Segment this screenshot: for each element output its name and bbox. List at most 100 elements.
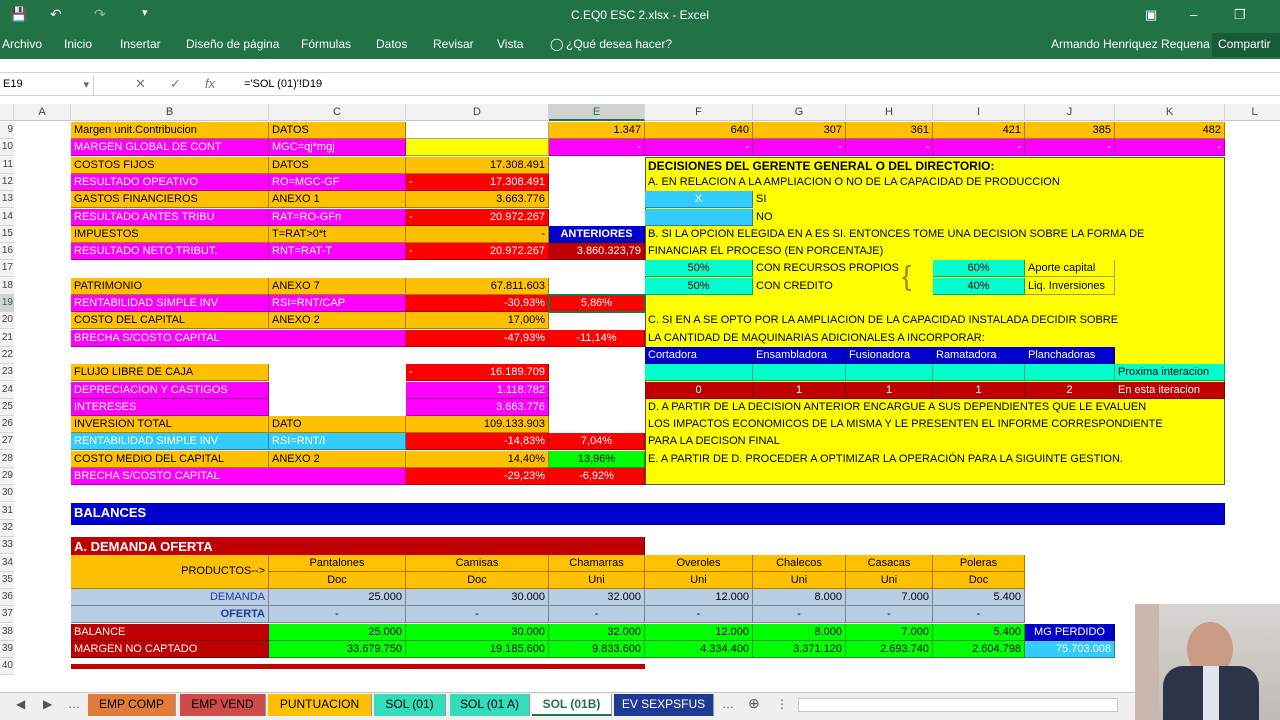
decision-c-text-2[interactable]: LA CANTIDAD DE MAQUINARIAS ADICIONALES A… [645,330,1225,347]
product-name-2[interactable]: Chamarras [549,554,645,572]
product-name-3[interactable]: Overoles [645,554,753,572]
function-icon[interactable]: fx [205,76,215,91]
decision-d-text-3[interactable]: PARA LA DECISON FINAL [645,433,1225,450]
select-all-corner[interactable] [0,104,14,121]
tab-insertar[interactable]: Insertar [120,37,161,51]
cell-c12[interactable]: RO=MGC-GF [269,173,406,191]
row-header-23[interactable]: 23 [0,364,14,382]
cell-b11[interactable]: COSTOS FIJOS [71,156,269,174]
cell-d13[interactable]: 3.663.776 [406,191,549,209]
demand-value-0[interactable]: 25.000 [269,589,406,607]
own-resources-pct[interactable]: 50% [645,260,753,278]
cell-e15[interactable]: ANTERIORES [549,225,645,243]
cell-c9[interactable]: DATOS [269,122,406,139]
product-name-1[interactable]: Camisas [406,554,549,572]
row-header-31[interactable]: 31 [0,502,14,520]
user-name[interactable]: Armando Henriquez Requena [1051,37,1210,51]
row-header-36[interactable]: 36 [0,589,14,607]
tab-revisar[interactable]: Revisar [433,37,474,51]
row-header-40[interactable]: 40 [0,658,14,676]
column-header-f[interactable]: F [645,104,753,121]
formula-input[interactable]: ='SOL (01)'!D19 [244,78,322,90]
sheet-tab-2[interactable]: PUNTUACION [268,694,372,716]
cell-c27[interactable]: RSI=RNT/I [269,433,406,451]
balance-value-1[interactable]: 30.000 [406,623,549,641]
balance-value-4[interactable]: 8.000 [753,623,846,641]
cell-k10[interactable]: - [1115,139,1225,157]
cell-b14[interactable]: RESULTADO ANTES TRIBU [71,208,269,226]
demand-value-3[interactable]: 12.000 [645,589,753,607]
cell-c28[interactable]: ANEXO 2 [269,450,406,468]
cell-c11[interactable]: DATOS [269,156,406,174]
demand-label[interactable]: DEMANDA [71,589,269,607]
cell-b16[interactable]: RESULTADO NETO TRIBUT. [71,243,269,261]
sheet-tab-6[interactable]: EV SEXPSFUS [614,694,714,716]
margin-value-5[interactable]: 2.693.740 [846,641,933,658]
machine-next-1[interactable] [753,364,846,382]
split-handle-icon[interactable]: ⋮ [776,697,788,711]
next-iteration-label[interactable]: Proxima interacion [1115,364,1225,382]
cell-j9[interactable]: 385 [1025,122,1115,139]
margin-not-captured-label[interactable]: MARGEN NO CAPTADO [71,641,269,658]
cell-b10[interactable]: MARGEN GLOBAL DE CONT [71,139,269,157]
margin-value-1[interactable]: 19.185.600 [406,641,549,658]
cell-j10[interactable]: - [1025,139,1115,157]
enter-icon[interactable]: ✓ [170,76,181,92]
option-si-box[interactable]: X [645,191,753,209]
ribbon-display-icon[interactable]: ▣ [1145,7,1157,23]
row-header-26[interactable]: 26 [0,416,14,434]
cell-b29[interactable]: BRECHA S/COSTO CAPITAL [71,468,406,485]
sheet-tab-0[interactable]: EMP COMP [88,694,176,716]
cell-b20[interactable]: COSTO DEL CAPITAL [71,312,269,330]
balance-value-5[interactable]: 7.000 [846,623,933,641]
row-header-14[interactable]: 14 [0,208,14,226]
row-header-21[interactable]: 21 [0,329,14,347]
product-unit-2[interactable]: Uni [549,571,645,589]
cell-f10[interactable]: - [645,139,753,157]
cell-c18[interactable]: ANEXO 7 [269,277,406,295]
share-button[interactable]: Compartir [1212,33,1280,57]
tab-inicio[interactable]: Inicio [64,37,92,51]
cell-d10[interactable] [406,139,549,157]
row-header-38[interactable]: 38 [0,623,14,641]
cell-b12[interactable]: RESULTADO OPEATIVO [71,173,269,191]
decision-b-text[interactable]: B. SI LA OPCION ELEGIDA EN A ES SI. ENTO… [645,226,1225,243]
cell-f9[interactable]: 640 [645,122,753,139]
machine-next-0[interactable] [645,364,753,382]
tab-more-right-icon[interactable]: … [722,697,734,711]
cell-c13[interactable]: ANEXO 1 [269,191,406,209]
row-header-9[interactable]: 9 [0,122,14,139]
demand-value-2[interactable]: 32.000 [549,589,645,607]
cell-b25[interactable]: INTERESES [71,398,269,416]
sheet-tab-1[interactable]: EMP VEND [180,694,266,716]
column-header-k[interactable]: K [1115,104,1225,121]
cell-b23[interactable]: FLUJO LIBRE DE CAJA [71,364,269,382]
cell-b27[interactable]: RENTABILIDAD SIMPLE INV [71,433,269,451]
machine-header-2[interactable]: Fusionadora [846,346,933,364]
cell-c14[interactable]: RAT=RO-GFn [269,208,406,226]
tab-archivo[interactable]: Archivo [2,37,42,51]
machine-header-4[interactable]: Planchadoras [1025,346,1115,364]
supply-value-0[interactable]: - [269,606,406,624]
cell-d24[interactable]: 1.118.782 [406,381,549,399]
supply-value-4[interactable]: - [753,606,846,624]
product-name-0[interactable]: Pantalones [269,554,406,572]
minimize-icon[interactable]: – [1190,7,1197,22]
machine-current-3[interactable]: 1 [933,381,1025,399]
row-header-17[interactable]: 17 [0,260,14,278]
cell-d27[interactable]: -14,83% [406,433,549,451]
tab-more-left-icon[interactable]: … [68,697,80,711]
credit-pct[interactable]: 50% [645,277,753,295]
tab-vista[interactable]: Vista [497,37,523,51]
cell-d19[interactable]: -30,93% [406,295,549,312]
product-unit-4[interactable]: Uni [753,571,846,589]
column-header-d[interactable]: D [406,104,549,121]
restore-icon[interactable]: ❐ [1234,7,1246,23]
cell-h10[interactable]: - [846,139,933,157]
machine-current-1[interactable]: 1 [753,381,846,399]
decision-b-text-2[interactable]: FINANCIAR EL PROCESO (EN PORCENTAJE) [645,243,1225,260]
products-label[interactable]: PRODUCTOS--> [71,554,269,589]
tab-datos[interactable]: Datos [376,37,407,51]
row-header-19[interactable]: 19 [0,295,14,312]
column-header-i[interactable]: I [933,104,1025,121]
